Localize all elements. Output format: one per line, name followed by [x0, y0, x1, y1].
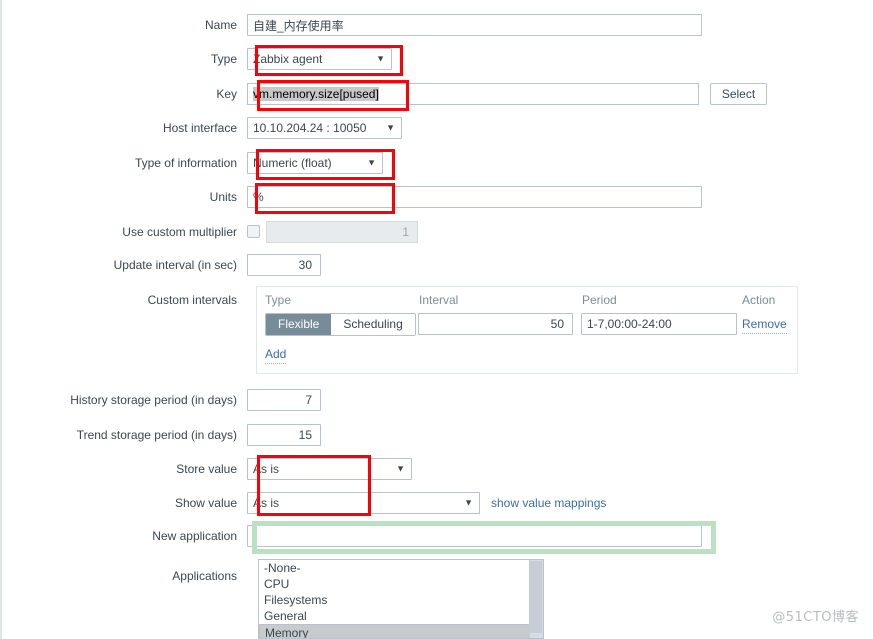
- watermark: @51CTO博客: [772, 610, 859, 625]
- show-value-text: As is: [253, 496, 280, 510]
- label-key: Key: [216, 87, 237, 101]
- applications-scrollbar[interactable]: [529, 560, 543, 638]
- host-interface-select[interactable]: 10.10.204.24 : 10050 ▼: [247, 117, 402, 139]
- custom-intervals-panel: Type Interval Period Action Flexible Sch…: [256, 286, 798, 374]
- applications-listbox[interactable]: -None- CPU Filesystems General Memory Ne…: [258, 559, 544, 639]
- chevron-down-icon: ▼: [386, 122, 395, 133]
- new-application-input[interactable]: [247, 525, 702, 547]
- item-configuration-form: Name Type Zabbix agent ▼ Key vm.memory.s…: [0, 0, 873, 639]
- custom-interval-type-toggle: Flexible Scheduling: [265, 313, 416, 336]
- form-row-new-application: New application: [2, 525, 873, 553]
- label-host-interface: Host interface: [162, 121, 237, 135]
- application-option[interactable]: -None-: [259, 560, 543, 576]
- application-option[interactable]: General: [259, 608, 543, 624]
- label-units: Units: [209, 190, 237, 204]
- update-interval-input[interactable]: [247, 254, 321, 276]
- chevron-down-icon: ▼: [396, 463, 405, 474]
- type-select-value: Zabbix agent: [253, 52, 323, 66]
- custom-interval-add-link[interactable]: Add: [265, 345, 287, 364]
- label-store-value: Store value: [176, 462, 237, 476]
- field-type-of-information: Numeric (float) ▼: [247, 152, 383, 174]
- custom-interval-remove-link[interactable]: Remove: [742, 315, 787, 334]
- form-row-name: Name: [2, 14, 873, 42]
- field-key: vm.memory.size[pused] Select: [247, 83, 767, 105]
- field-type: Zabbix agent ▼: [247, 48, 392, 70]
- form-row-trend-storage-period: Trend storage period (in days): [2, 424, 873, 452]
- label-applications: Applications: [172, 569, 237, 583]
- use-custom-multiplier-checkbox[interactable]: [247, 225, 260, 238]
- chevron-down-icon: ▼: [464, 497, 473, 508]
- custom-intervals-header-interval: Interval: [419, 293, 459, 307]
- custom-intervals-header-period: Period: [582, 293, 617, 307]
- chevron-down-icon: ▼: [376, 53, 385, 64]
- application-option-selected[interactable]: Memory: [259, 624, 543, 638]
- type-select[interactable]: Zabbix agent ▼: [247, 48, 392, 70]
- field-show-value: As is ▼ show value mappings: [247, 492, 606, 514]
- toggle-option-flexible[interactable]: Flexible: [266, 314, 332, 335]
- field-new-application: [247, 525, 702, 547]
- form-row-type: Type Zabbix agent ▼: [2, 48, 873, 76]
- form-row-use-custom-multiplier: Use custom multiplier: [2, 221, 873, 249]
- custom-intervals-header-action: Action: [742, 293, 776, 307]
- custom-interval-period-input[interactable]: [581, 313, 737, 335]
- label-custom-intervals: Custom intervals: [147, 293, 237, 307]
- label-trend-storage-period: Trend storage period (in days): [76, 428, 237, 442]
- store-value-text: As is: [253, 462, 280, 476]
- store-value-select[interactable]: As is ▼: [247, 458, 412, 480]
- label-type: Type: [210, 52, 237, 66]
- key-input[interactable]: vm.memory.size[pused]: [247, 83, 699, 105]
- show-value-select[interactable]: As is ▼: [247, 492, 480, 514]
- type-of-information-value: Numeric (float): [253, 156, 332, 170]
- field-host-interface: 10.10.204.24 : 10050 ▼: [247, 117, 402, 139]
- show-value-mappings-link[interactable]: show value mappings: [491, 492, 606, 514]
- form-row-update-interval: Update interval (in sec): [2, 254, 873, 282]
- field-history-storage-period: [247, 389, 321, 411]
- applications-scrollbar-thumb[interactable]: [530, 561, 542, 633]
- label-type-of-information: Type of information: [134, 156, 237, 170]
- label-history-storage-period: History storage period (in days): [70, 393, 237, 407]
- name-input[interactable]: [247, 14, 702, 36]
- units-input[interactable]: [247, 186, 702, 208]
- toggle-option-scheduling[interactable]: Scheduling: [331, 314, 415, 335]
- label-use-custom-multiplier: Use custom multiplier: [122, 225, 237, 239]
- host-interface-value: 10.10.204.24 : 10050: [253, 121, 367, 135]
- field-store-value: As is ▼: [247, 458, 412, 480]
- field-units: [247, 186, 702, 208]
- custom-intervals-header-type: Type: [265, 293, 292, 307]
- form-row-units: Units: [2, 186, 873, 214]
- application-option[interactable]: CPU: [259, 576, 543, 592]
- chevron-down-icon: ▼: [367, 157, 376, 168]
- trend-storage-period-input[interactable]: [247, 424, 321, 446]
- key-input-value: vm.memory.size[pused]: [253, 87, 379, 101]
- form-row-type-of-information: Type of information Numeric (float) ▼: [2, 152, 873, 180]
- label-update-interval: Update interval (in sec): [113, 258, 237, 272]
- field-update-interval: [247, 254, 321, 276]
- field-trend-storage-period: [247, 424, 321, 446]
- field-use-custom-multiplier: [247, 221, 418, 243]
- label-new-application: New application: [152, 529, 237, 543]
- custom-multiplier-input[interactable]: [266, 221, 418, 243]
- application-option[interactable]: Filesystems: [259, 592, 543, 608]
- form-row-store-value: Store value As is ▼: [2, 458, 873, 486]
- key-select-button[interactable]: Select: [710, 83, 767, 105]
- form-row-key: Key vm.memory.size[pused] Select: [2, 83, 873, 111]
- form-row-host-interface: Host interface 10.10.204.24 : 10050 ▼: [2, 117, 873, 145]
- form-row-show-value: Show value As is ▼ show value mappings: [2, 492, 873, 520]
- label-name: Name: [204, 18, 237, 32]
- label-show-value: Show value: [174, 496, 237, 510]
- field-name: [247, 14, 702, 36]
- type-of-information-select[interactable]: Numeric (float) ▼: [247, 152, 383, 174]
- custom-interval-interval-input[interactable]: [418, 313, 573, 335]
- history-storage-period-input[interactable]: [247, 389, 321, 411]
- form-row-history-storage-period: History storage period (in days): [2, 389, 873, 417]
